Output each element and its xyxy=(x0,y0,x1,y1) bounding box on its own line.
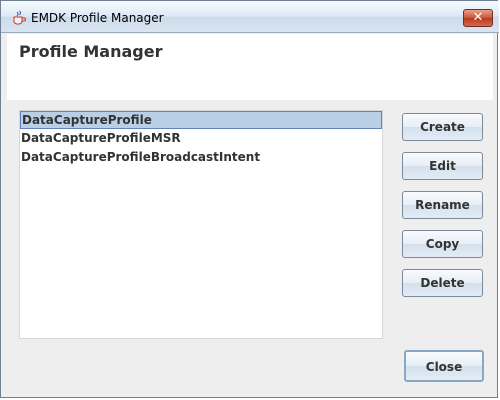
list-item[interactable]: DataCaptureProfile xyxy=(20,111,382,129)
list-item-label: DataCaptureProfileMSR xyxy=(21,131,181,145)
list-item[interactable]: DataCaptureProfileBroadcastIntent xyxy=(20,149,382,167)
create-button[interactable]: Create xyxy=(402,113,483,141)
list-item-label: DataCaptureProfile xyxy=(22,113,152,127)
profile-list[interactable]: DataCaptureProfile DataCaptureProfileMSR… xyxy=(19,110,383,339)
delete-button[interactable]: Delete xyxy=(402,269,483,297)
title-bar[interactable]: EMDK Profile Manager ✕ xyxy=(1,1,499,33)
app-window: EMDK Profile Manager ✕ Profile Manager D… xyxy=(0,0,499,398)
window-title: EMDK Profile Manager xyxy=(31,11,164,25)
page-title: Profile Manager xyxy=(19,42,163,61)
close-button[interactable]: Close xyxy=(404,350,484,382)
java-cup-icon xyxy=(13,10,26,25)
list-item[interactable]: DataCaptureProfileMSR xyxy=(20,130,382,148)
window-close-button[interactable]: ✕ xyxy=(463,9,493,27)
header-panel: Profile Manager xyxy=(7,34,493,100)
create-button-label: Create xyxy=(420,120,465,134)
list-item-label: DataCaptureProfileBroadcastIntent xyxy=(21,150,261,164)
edit-button[interactable]: Edit xyxy=(402,152,483,180)
delete-button-label: Delete xyxy=(420,276,465,290)
copy-button[interactable]: Copy xyxy=(402,230,483,258)
close-icon: ✕ xyxy=(472,10,484,25)
edit-button-label: Edit xyxy=(429,159,456,173)
close-button-label: Close xyxy=(425,360,463,374)
rename-button-label: Rename xyxy=(415,198,470,212)
copy-button-label: Copy xyxy=(425,237,460,251)
rename-button[interactable]: Rename xyxy=(402,191,483,219)
